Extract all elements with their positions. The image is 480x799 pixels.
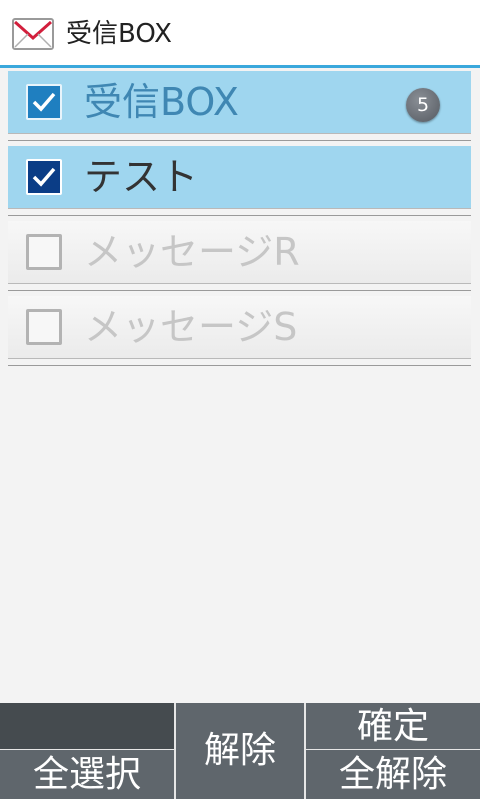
divider	[306, 749, 480, 750]
blank-key	[0, 703, 174, 749]
folder-item-test[interactable]: テスト	[8, 146, 471, 209]
folder-item-message-s[interactable]: メッセージS	[8, 296, 471, 359]
divider	[8, 215, 471, 216]
divider	[304, 703, 306, 799]
check-icon	[32, 92, 56, 112]
folder-item-inbox[interactable]: 受信BOX 5	[8, 71, 471, 134]
folder-label: メッセージS	[84, 305, 298, 349]
divider	[8, 140, 471, 141]
folder-item-message-r[interactable]: メッセージR	[8, 221, 471, 284]
bottom-action-bar: 全選択 解除 確定 全解除	[0, 703, 480, 799]
confirm-button[interactable]: 確定	[306, 703, 480, 749]
page-title: 受信BOX	[66, 19, 172, 49]
divider	[8, 290, 471, 291]
checkbox-unchecked[interactable]	[26, 234, 62, 270]
divider	[8, 365, 471, 366]
checkbox-checked[interactable]	[26, 159, 62, 195]
folder-label: 受信BOX	[84, 80, 239, 124]
folder-label: メッセージR	[84, 230, 300, 274]
checkbox-unchecked[interactable]	[26, 309, 62, 345]
mail-icon	[12, 18, 54, 50]
checkbox-checked[interactable]	[26, 84, 62, 120]
app-header: 受信BOX	[0, 0, 480, 68]
divider	[0, 749, 174, 750]
release-button[interactable]: 解除	[176, 703, 304, 799]
check-icon	[32, 167, 56, 187]
select-all-button[interactable]: 全選択	[0, 750, 174, 799]
folder-label: テスト	[84, 155, 199, 199]
release-all-button[interactable]: 全解除	[306, 750, 480, 799]
divider	[174, 703, 176, 799]
unread-count-badge: 5	[406, 88, 440, 122]
